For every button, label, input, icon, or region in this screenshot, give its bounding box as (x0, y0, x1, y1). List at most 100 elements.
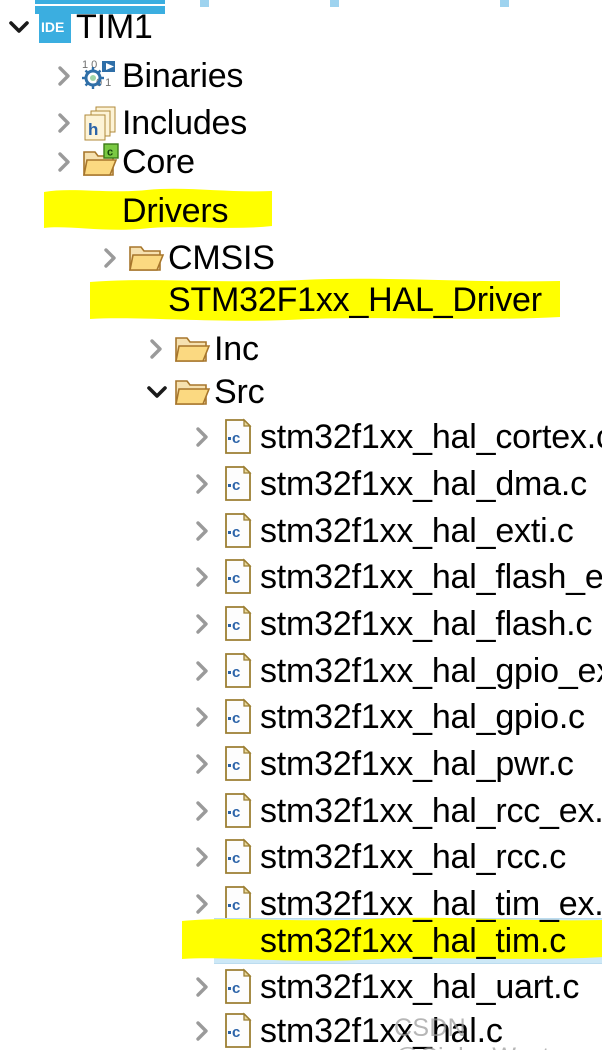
tree-item-label: stm32f1xx_hal_exti.c (260, 511, 574, 550)
c-file-icon: c (225, 837, 252, 874)
folder-icon (174, 372, 212, 412)
c-file-icon: c (220, 417, 258, 457)
c-file-icon: c (220, 604, 258, 644)
tree-item-stm32f1xx_hal_rcc_c[interactable]: c stm32f1xx_hal_rcc.c (0, 833, 602, 880)
svg-text:c: c (232, 897, 240, 914)
tree-item-core[interactable]: c Core (0, 138, 602, 185)
c-file-icon: c (225, 967, 252, 1004)
includes-icon: h (84, 106, 116, 140)
folder-icon (128, 238, 166, 278)
source-folder-icon: c (83, 142, 119, 176)
tree-item-stm32f1xx_hal_gpio_ex_c[interactable]: c stm32f1xx_hal_gpio_ex.c (0, 647, 602, 694)
source-folder-icon: c (83, 191, 119, 225)
tree-item-stm32f1xx_hal_pwr_c[interactable]: c stm32f1xx_hal_pwr.c (0, 740, 602, 787)
svg-text:c: c (232, 664, 240, 681)
svg-text:c: c (232, 1024, 240, 1041)
chevron-right-icon (196, 661, 208, 681)
svg-text:1 0: 1 0 (82, 59, 97, 71)
tree-item-stm32f1xx_hal_gpio_c[interactable]: c stm32f1xx_hal_gpio.c (0, 693, 602, 740)
tree-item-drivers[interactable]: c Drivers (0, 187, 602, 234)
folder-icon (128, 280, 166, 320)
chevron-down-icon (9, 21, 29, 33)
twisty-collapsed[interactable] (186, 693, 220, 740)
twisty-expanded[interactable] (48, 187, 82, 234)
twisty-collapsed[interactable] (186, 963, 220, 1010)
c-file-icon: c (220, 511, 258, 551)
chevron-right-icon (196, 427, 208, 447)
twisty-expanded[interactable] (94, 276, 128, 323)
project-explorer-tree: IDE TIM1 1 00 1 Binaries h Includes c Co… (0, 0, 602, 1050)
tree-item-label: stm32f1xx_hal_pwr.c (260, 744, 574, 783)
tree-item-cmsis[interactable]: CMSIS (0, 234, 602, 281)
twisty-collapsed[interactable] (186, 460, 220, 507)
twisty-collapsed[interactable] (94, 234, 128, 281)
twisty-collapsed[interactable] (48, 52, 82, 99)
tree-item-label: stm32f1xx_hal_dma.c (260, 464, 587, 503)
tree-item-stm32f1xx_hal_dma_c[interactable]: c stm32f1xx_hal_dma.c (0, 460, 602, 507)
c-file-icon: c (225, 791, 252, 828)
tree-item-stm32f1xx_hal_cortex_c[interactable]: c stm32f1xx_hal_cortex.c (0, 413, 602, 460)
binaries-icon: 1 00 1 (82, 59, 115, 89)
tree-item-stm32f1xx_hal_flash_c[interactable]: c stm32f1xx_hal_flash.c (0, 600, 602, 647)
folder-icon (129, 245, 165, 271)
svg-text:c: c (232, 934, 240, 951)
chevron-right-icon (196, 707, 208, 727)
chevron-down-icon (101, 294, 121, 306)
twisty-collapsed[interactable] (186, 833, 220, 880)
svg-text:c: c (232, 430, 240, 447)
csdn-watermark: CSDN @Ciole_Waston (394, 1014, 578, 1050)
twisty-collapsed[interactable] (140, 325, 174, 372)
svg-text:c: c (107, 146, 113, 158)
tree-item-label: stm32f1xx_hal_cortex.c (260, 417, 602, 456)
chevron-right-icon (104, 248, 116, 268)
twisty-collapsed[interactable] (186, 647, 220, 694)
c-file-icon: c (225, 697, 252, 734)
clipped-top-fragment (500, 0, 509, 7)
tree-item-stm32f1xx_hal_flash_ex_c[interactable]: c stm32f1xx_hal_flash_ex.c (0, 553, 602, 600)
twisty-collapsed[interactable] (186, 413, 220, 460)
chevron-right-icon (196, 754, 208, 774)
twisty-expanded[interactable] (2, 3, 36, 50)
source-folder-icon: c (82, 142, 120, 182)
twisty-collapsed[interactable] (186, 507, 220, 554)
chevron-right-icon (196, 614, 208, 634)
tree-item-stm32f1xx_hal_exti_c[interactable]: c stm32f1xx_hal_exti.c (0, 507, 602, 554)
chevron-right-icon (58, 66, 70, 86)
svg-text:c: c (232, 757, 240, 774)
tree-item-stm32f1xx_hal_tim_c[interactable]: c stm32f1xx_hal_tim.c (0, 917, 602, 964)
tree-item-label: stm32f1xx_hal_gpio_ex.c (260, 651, 602, 690)
tree-item-label: stm32f1xx_hal_flash_ex.c (260, 557, 602, 596)
tree-item-src[interactable]: Src (0, 368, 602, 415)
tree-item-label: Binaries (122, 56, 244, 95)
svg-text:c: c (232, 477, 240, 494)
c-file-icon: c (225, 744, 252, 781)
twisty-collapsed[interactable] (186, 553, 220, 600)
twisty-collapsed[interactable] (186, 1007, 220, 1050)
svg-text:c: c (232, 710, 240, 727)
c-file-icon: c (220, 464, 258, 504)
twisty-expanded[interactable] (140, 368, 174, 415)
svg-text:IDE: IDE (41, 19, 64, 35)
tree-item-stm32f1xx_hal_rcc_ex_c[interactable]: c stm32f1xx_hal_rcc_ex.c (0, 787, 602, 834)
tree-item-label: Drivers (122, 191, 229, 230)
twisty-collapsed[interactable] (186, 600, 220, 647)
chevron-right-icon (196, 567, 208, 587)
tree-item-binaries[interactable]: 1 00 1 Binaries (0, 52, 602, 99)
tree-item-label: stm32f1xx_hal_gpio.c (260, 697, 585, 736)
tree-item-label: stm32f1xx_hal_tim.c (260, 921, 567, 960)
tree-item-label: stm32f1xx_hal_uart.c (260, 967, 580, 1006)
svg-text:c: c (232, 804, 240, 821)
c-file-icon: c (225, 417, 252, 454)
tree-item-label: stm32f1xx_hal_rcc_ex.c (260, 791, 602, 830)
clipped-top-fragment (35, 0, 165, 4)
tree-item-stm32f1xx_hal_uart_c[interactable]: c stm32f1xx_hal_uart.c (0, 963, 602, 1010)
svg-text:c: c (107, 195, 113, 207)
tree-item-stm32f1xx-hal-driver[interactable]: STM32F1xx_HAL_Driver (0, 276, 602, 323)
chevron-down-icon (55, 205, 75, 217)
twisty-collapsed[interactable] (48, 138, 82, 185)
source-folder-icon: c (82, 191, 120, 231)
tree-item-inc[interactable]: Inc (0, 325, 602, 372)
twisty-collapsed[interactable] (186, 740, 220, 787)
twisty-collapsed[interactable] (186, 787, 220, 834)
twisty-collapsed[interactable] (186, 917, 220, 964)
